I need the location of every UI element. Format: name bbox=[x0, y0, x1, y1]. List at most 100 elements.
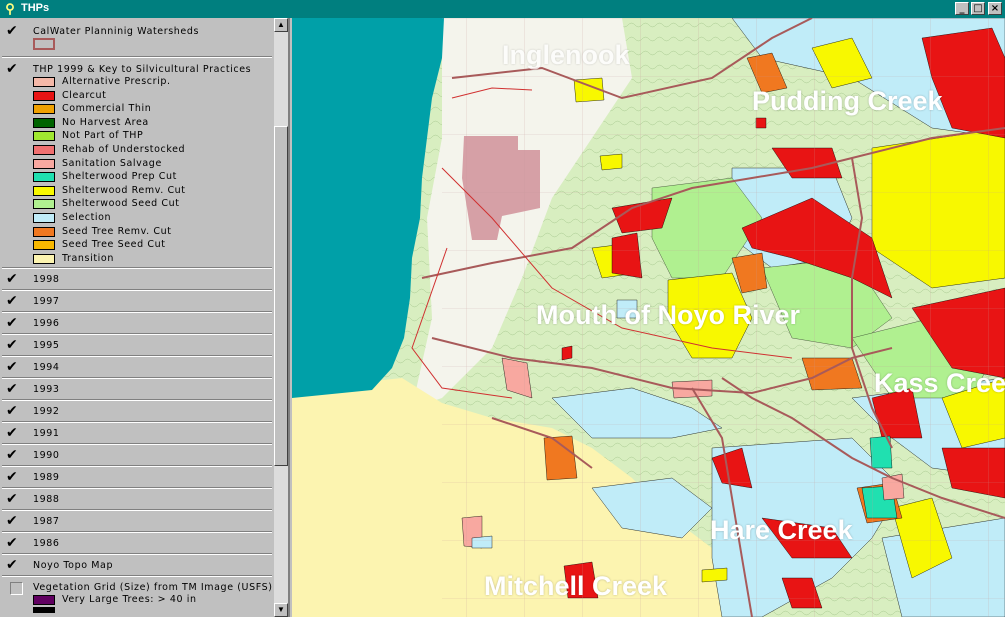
legend-swatch bbox=[33, 77, 55, 87]
legend-swatch bbox=[33, 253, 55, 264]
maximize-button[interactable]: □ bbox=[971, 2, 985, 15]
check-icon[interactable]: ✔ bbox=[6, 338, 22, 352]
watershed-swatch bbox=[33, 38, 55, 50]
legend-swatch bbox=[33, 607, 55, 613]
scroll-thumb[interactable] bbox=[274, 126, 288, 466]
legend-item-label: Commercial Thin bbox=[62, 103, 152, 115]
divider bbox=[2, 56, 272, 58]
legend-swatch bbox=[33, 117, 55, 128]
divider bbox=[2, 333, 272, 335]
layer-label-year: 1994 bbox=[33, 362, 60, 373]
layer-label-year: 1997 bbox=[33, 296, 60, 307]
divider bbox=[2, 377, 272, 379]
check-icon[interactable]: ✔ bbox=[6, 558, 22, 572]
divider bbox=[2, 289, 272, 291]
legend-panel: ✔ CalWater Planninig Watersheds ✔ THP 19… bbox=[0, 18, 290, 617]
legend-item-label: Sanitation Salvage bbox=[62, 157, 162, 169]
legend-item-label: Shelterwood Remv. Cut bbox=[62, 184, 186, 196]
legend-swatch bbox=[33, 185, 55, 196]
legend-item-label: Seed Tree Remv. Cut bbox=[62, 225, 172, 237]
layer-label-vegetation: Vegetation Grid (Size) from TM Image (US… bbox=[33, 582, 273, 593]
divider bbox=[2, 487, 272, 489]
legend-item-label: Alternative Prescrip. bbox=[62, 76, 171, 87]
divider bbox=[2, 465, 272, 467]
check-icon[interactable]: ✔ bbox=[6, 272, 22, 286]
divider bbox=[2, 531, 272, 533]
check-icon[interactable]: ✔ bbox=[6, 294, 22, 308]
layer-label-thp-1999: THP 1999 & Key to Silvicultural Practice… bbox=[33, 64, 252, 75]
legend-item-label: Shelterwood Seed Cut bbox=[62, 198, 180, 210]
layer-label-year: 1988 bbox=[33, 494, 60, 505]
app-icon: ⚲ bbox=[5, 1, 15, 16]
check-icon[interactable]: ✔ bbox=[6, 536, 22, 550]
scroll-up-icon[interactable]: ▲ bbox=[274, 18, 288, 32]
map-label-pudding-creek: Pudding Creek bbox=[752, 86, 943, 116]
legend-swatch bbox=[33, 104, 55, 115]
check-icon[interactable]: ✔ bbox=[6, 448, 22, 462]
divider bbox=[2, 399, 272, 401]
layer-label-year: 1995 bbox=[33, 340, 60, 351]
check-icon[interactable]: ✔ bbox=[6, 62, 22, 76]
check-icon[interactable]: ✔ bbox=[6, 426, 22, 440]
layer-label-year: 1996 bbox=[33, 318, 60, 329]
legend-swatch bbox=[33, 158, 55, 169]
map-label-mouth-of-noyo-river: Mouth of Noyo River bbox=[536, 300, 800, 330]
scroll-down-icon[interactable]: ▼ bbox=[274, 603, 288, 617]
legend-swatch bbox=[33, 131, 55, 142]
divider bbox=[2, 311, 272, 313]
check-icon[interactable]: ✔ bbox=[6, 24, 22, 38]
layer-label-topo: Noyo Topo Map bbox=[33, 560, 114, 571]
layer-label-year: 1993 bbox=[33, 384, 60, 395]
check-icon[interactable]: ✔ bbox=[6, 382, 22, 396]
window-title: THPs bbox=[21, 2, 50, 14]
divider bbox=[2, 575, 272, 577]
legend-content: ✔ CalWater Planninig Watersheds ✔ THP 19… bbox=[0, 18, 274, 617]
legend-item-label: Shelterwood Prep Cut bbox=[62, 171, 177, 183]
check-icon[interactable]: ✔ bbox=[6, 404, 22, 418]
minimize-button[interactable]: _ bbox=[955, 2, 969, 15]
legend-item-label: Transition bbox=[62, 252, 114, 264]
legend-item-label: No Harvest Area bbox=[62, 116, 149, 128]
legend-swatch bbox=[33, 240, 55, 251]
map-label-mitchell-creek: Mitchell Creek bbox=[484, 571, 668, 601]
legend-swatch bbox=[33, 172, 55, 183]
close-button[interactable]: × bbox=[988, 2, 1002, 15]
legend-swatch bbox=[33, 595, 55, 605]
layer-label-year: 1987 bbox=[33, 516, 60, 527]
check-icon[interactable]: ✔ bbox=[6, 316, 22, 330]
layer-label-watersheds: CalWater Planninig Watersheds bbox=[33, 26, 200, 37]
legend-swatch bbox=[33, 226, 55, 237]
legend-swatch bbox=[33, 145, 55, 155]
legend-item-label: Not Part of THP bbox=[62, 130, 144, 142]
divider bbox=[2, 355, 272, 357]
layer-label-year: 1998 bbox=[33, 274, 60, 285]
legend-swatch bbox=[33, 199, 55, 210]
map-label-kass-creek: Kass Cree bbox=[874, 368, 1005, 398]
map-view[interactable]: Pudding Creek Mouth of Noyo River Kass C… bbox=[292, 18, 1005, 617]
legend-item-label: Rehab of Understocked bbox=[62, 144, 186, 155]
divider bbox=[2, 421, 272, 423]
divider bbox=[2, 509, 272, 511]
legend-item-label: Very Large Trees: > 40 in bbox=[62, 594, 197, 605]
layer-label-year: 1989 bbox=[33, 472, 60, 483]
layer-label-year: 1986 bbox=[33, 538, 60, 549]
legend-scrollbar[interactable]: ▲ ▼ bbox=[274, 18, 288, 617]
unchecked-box-icon[interactable] bbox=[10, 582, 23, 595]
map-label-inglenook: Inglenook bbox=[502, 40, 630, 70]
check-icon[interactable]: ✔ bbox=[6, 514, 22, 528]
check-icon[interactable]: ✔ bbox=[6, 492, 22, 506]
legend-swatch bbox=[33, 213, 55, 223]
legend-item-label: Selection bbox=[62, 212, 112, 223]
check-icon[interactable]: ✔ bbox=[6, 470, 22, 484]
layer-label-year: 1990 bbox=[33, 450, 60, 461]
legend-item-label: Clearcut bbox=[62, 89, 107, 101]
map-label-hare-creek: Hare Creek bbox=[710, 515, 853, 545]
title-bar: ⚲ THPs _ □ × bbox=[0, 0, 1005, 18]
check-icon[interactable]: ✔ bbox=[6, 360, 22, 374]
divider bbox=[2, 553, 272, 555]
divider bbox=[2, 267, 272, 269]
legend-item-label: Seed Tree Seed Cut bbox=[62, 239, 166, 251]
divider bbox=[2, 443, 272, 445]
layer-label-year: 1991 bbox=[33, 428, 60, 439]
layer-label-year: 1992 bbox=[33, 406, 60, 417]
